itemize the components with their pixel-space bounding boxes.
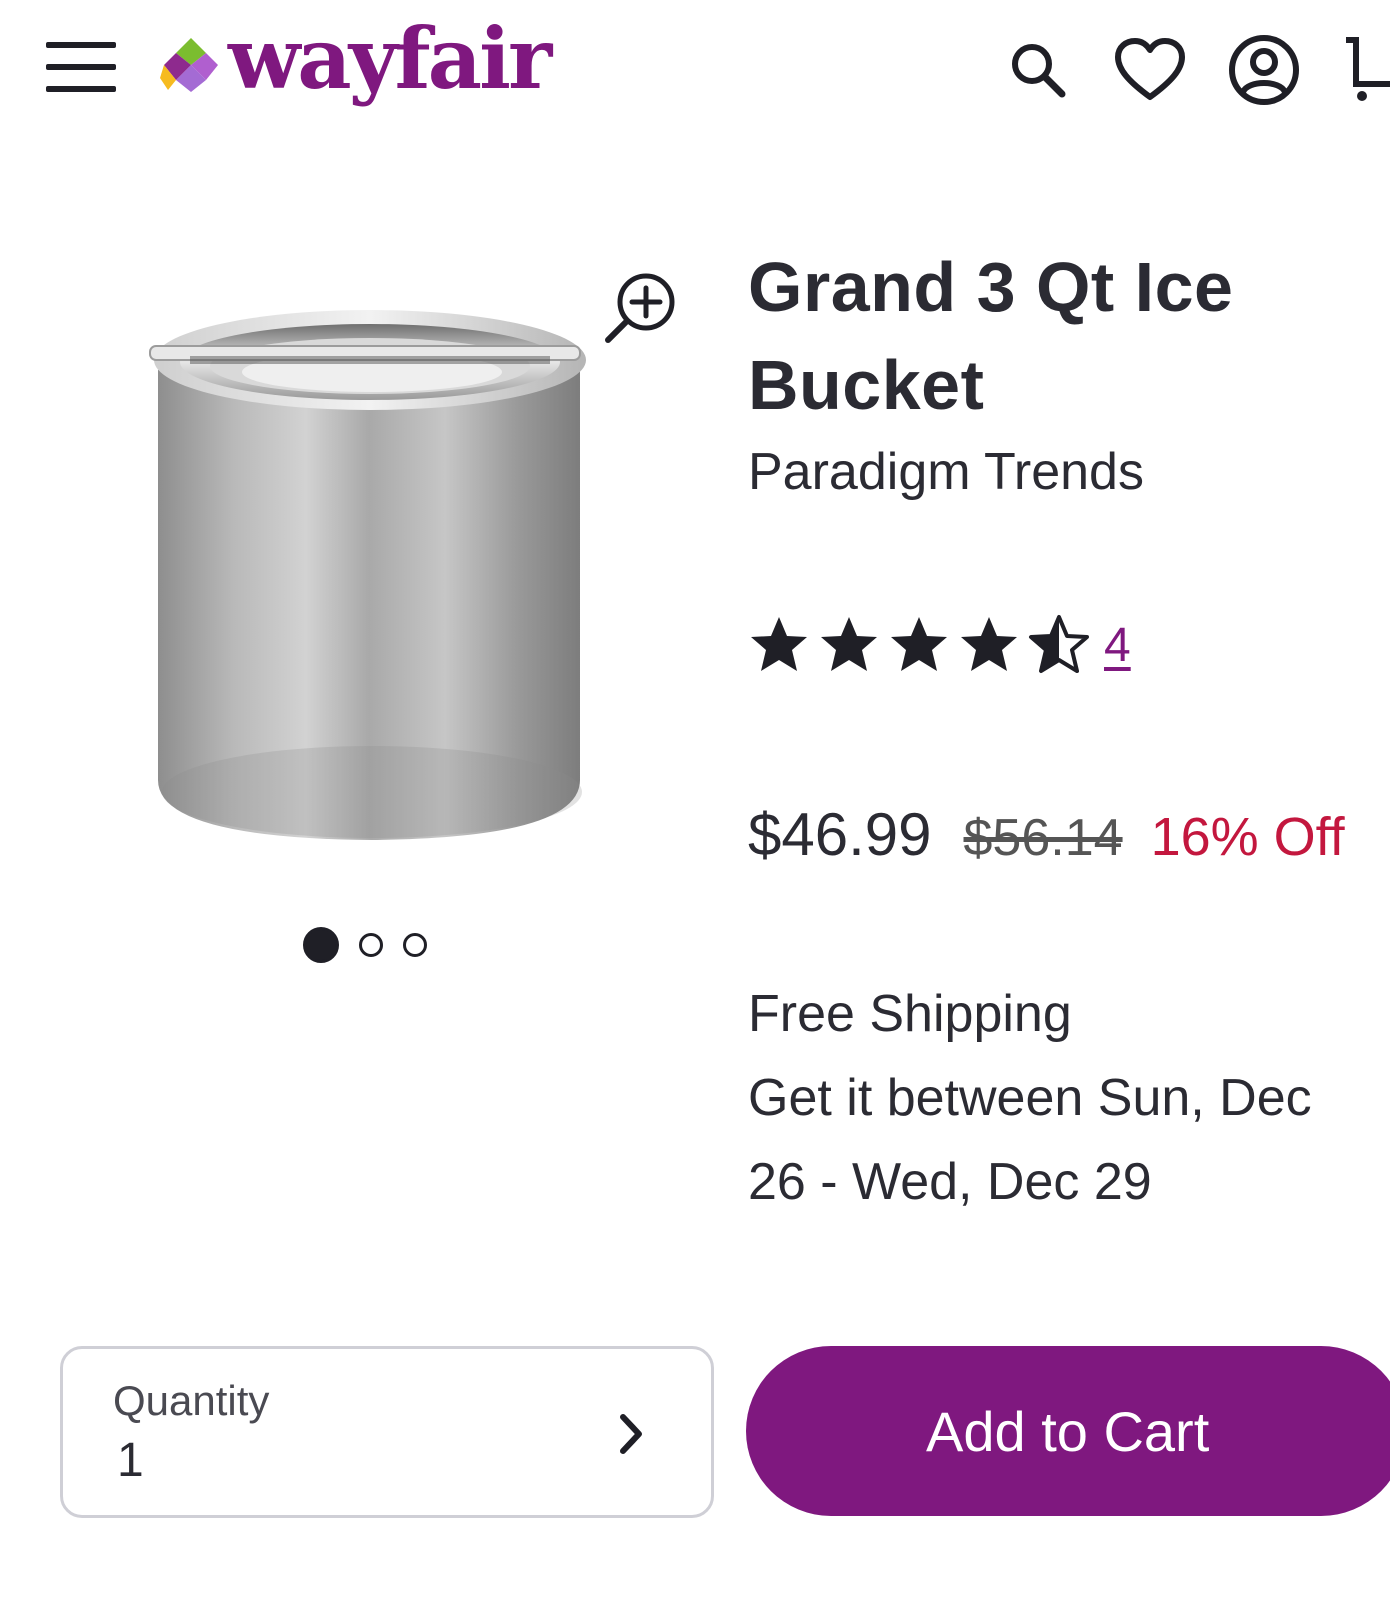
sale-price: $46.99 [748,801,932,868]
delivery-estimate-line-1: Get it between Sun, Dec [748,1069,1312,1127]
chevron-right-icon [620,1414,642,1454]
product-title: Grand 3 Qt Ice Bucket [748,248,1234,424]
quantity-value: 1 [117,1434,144,1487]
star-full-icon [961,617,1017,671]
quantity-selector[interactable]: Quantity 1 [60,1346,714,1518]
star-half-icon [1029,615,1089,673]
product-details: Grand 3 Qt Ice Bucket Paradigm Trends [748,238,1388,504]
star-full-icon [891,617,947,671]
star-rating[interactable]: 4 [748,610,1131,680]
add-to-cart-button[interactable]: Add to Cart [746,1346,1390,1516]
carousel-dot-1[interactable] [303,927,339,963]
wayfair-logo-mark-icon [160,38,218,92]
logo-text: wayfair [228,9,552,108]
cart-icon[interactable] [1340,32,1390,108]
carousel-dot-2[interactable] [359,933,383,957]
image-carousel-dots [303,925,427,965]
review-count-link[interactable]: 4 [1104,618,1131,673]
search-icon[interactable] [1000,32,1076,108]
zoom-in-icon[interactable] [600,268,682,350]
shipping-info: Free Shipping Get it between Sun, Dec 26… [748,972,1388,1224]
site-header: wayfair [0,0,1390,150]
original-price: $56.14 [963,809,1123,867]
product-image-gallery[interactable] [110,260,630,880]
hamburger-menu-icon[interactable] [46,42,116,94]
star-full-icon [751,617,807,671]
price-row: $46.99 $56.14 16% Off [748,800,1345,869]
quantity-label: Quantity [113,1377,270,1424]
product-brand[interactable]: Paradigm Trends [748,440,1388,504]
wayfair-logo[interactable]: wayfair [160,9,552,120]
delivery-estimate-line-2: 26 - Wed, Dec 29 [748,1153,1152,1211]
heart-icon[interactable] [1112,32,1188,108]
discount-badge: 16% Off [1150,807,1345,867]
user-account-icon[interactable] [1226,32,1302,108]
carousel-dot-3[interactable] [403,933,427,957]
free-shipping-label: Free Shipping [748,985,1072,1043]
ice-bucket-image [149,310,586,840]
star-full-icon [821,617,877,671]
